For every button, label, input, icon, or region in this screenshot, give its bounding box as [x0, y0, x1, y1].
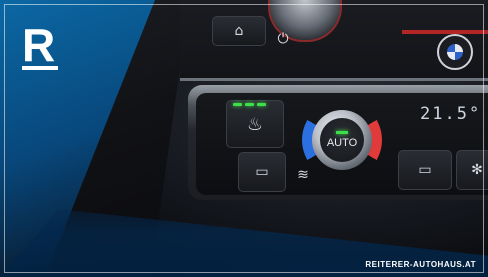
seat-heat-icon: ♨	[246, 113, 264, 135]
climate-knob-face[interactable]: AUTO	[320, 118, 364, 162]
seat-heat-led	[257, 103, 266, 106]
seat-heat-led	[233, 103, 242, 106]
auto-label: AUTO	[326, 137, 358, 149]
bmw-roundel-icon	[437, 34, 473, 70]
front-defrost-icon: ▭	[418, 162, 432, 178]
brand-logo: R	[22, 19, 56, 71]
bmw-roundel-center	[447, 44, 463, 60]
seat-heat-led	[245, 103, 254, 106]
fan-icon: ✻	[471, 162, 483, 178]
brand-url: REITERER-AUTOHAUS.AT	[365, 260, 476, 269]
photo-frame: ⌂ ⏻ ♨ ▭ ≋ AUTO 21.5° ▭ ✻ R REITERER-AUTO…	[0, 0, 488, 277]
front-defrost-button[interactable]: ▭	[398, 150, 452, 190]
parking-button[interactable]: ⌂	[212, 16, 266, 46]
heat-waves-icon: ≋	[297, 167, 309, 183]
power-button[interactable]: ⏻	[268, 28, 298, 50]
seat-heat-button[interactable]: ♨	[226, 100, 284, 148]
red-trim-strip	[402, 30, 488, 34]
auto-indicator-led	[336, 131, 348, 134]
rear-defrost-icon: ▭	[255, 164, 269, 180]
fan-button[interactable]: ✻	[456, 150, 488, 190]
parking-sensor-icon: ⌂	[234, 23, 244, 39]
rear-defrost-button[interactable]: ▭	[238, 152, 286, 192]
seat-heat-level-indicator	[233, 103, 266, 106]
brand-logo-underline	[22, 66, 58, 70]
power-icon: ⏻	[277, 31, 289, 47]
temperature-display: 21.5°	[420, 104, 482, 124]
